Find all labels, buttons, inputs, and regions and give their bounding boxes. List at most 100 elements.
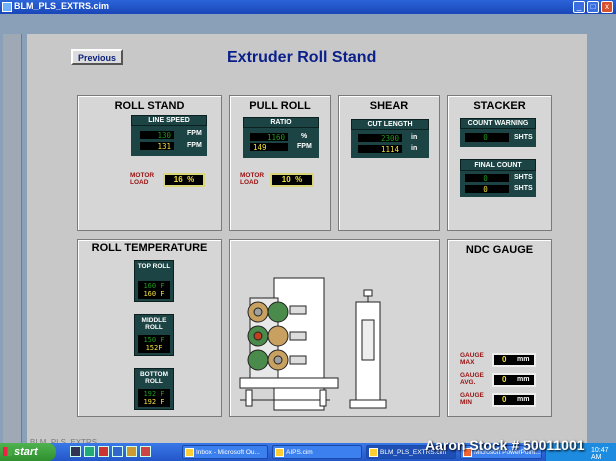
line-speed-label: LINE SPEED bbox=[131, 115, 207, 126]
minimize-button[interactable]: _ bbox=[573, 1, 585, 13]
final-count-label: FINAL COUNT bbox=[460, 159, 536, 171]
quicklaunch-icon-2[interactable] bbox=[84, 446, 95, 457]
gauge-max-label: GAUGE MAX bbox=[460, 352, 484, 366]
clock: 10:47 AM bbox=[591, 447, 609, 461]
bottom-roll-label: BOTTOM ROLL bbox=[139, 371, 169, 385]
windows-logo-icon bbox=[3, 447, 12, 456]
quicklaunch-icon-1[interactable] bbox=[70, 446, 81, 457]
cut-length-unit-1: in bbox=[411, 134, 418, 141]
task-inbox-label: Inbox - Microsoft Ou... bbox=[196, 449, 260, 456]
bottom-roll-display: 192 F 192 F bbox=[138, 389, 170, 407]
window-frame: Previous Extruder Roll Stand ROLL STAND … bbox=[0, 14, 616, 452]
bottom-roll-set[interactable]: 192 F bbox=[138, 390, 170, 398]
task-aips-label: AIPS.cim bbox=[286, 449, 313, 456]
ndc-gauge-title: NDC GAUGE bbox=[465, 244, 534, 256]
quicklaunch-icon-3[interactable] bbox=[98, 446, 109, 457]
roll-stand-motor-load: 16 % bbox=[163, 173, 205, 187]
cut-length-display-box: 2300 1114 in in bbox=[351, 130, 429, 158]
middle-roll-card: MIDDLE ROLL 150 F 152F bbox=[134, 314, 174, 356]
count-warning-label: COUNT WARNING bbox=[460, 118, 536, 129]
cimplicity-icon-2 bbox=[369, 448, 378, 457]
quicklaunch-icon-6[interactable] bbox=[140, 446, 151, 457]
cut-length-unit-2: in bbox=[411, 145, 418, 152]
left-scroll-strip bbox=[3, 34, 22, 452]
gauge-avg-value: 0 bbox=[502, 375, 507, 384]
top-roll-display: 160 F 160 F bbox=[138, 281, 170, 299]
start-label: start bbox=[14, 446, 38, 458]
final-count-unit-1: SHTS bbox=[514, 174, 533, 181]
roll-stand-motor-load-value: 16 bbox=[173, 175, 183, 184]
line-speed-display-box: 130 131 FPM FPM bbox=[131, 126, 207, 156]
pull-roll-motor-load-value: 10 bbox=[281, 175, 291, 184]
top-roll-card: TOP ROLL 160 F 160 F bbox=[134, 260, 174, 302]
middle-roll-label: MIDDLE ROLL bbox=[141, 317, 167, 331]
ratio-unit-fpm: FPM bbox=[297, 143, 312, 150]
ndc-gauge-panel: NDC GAUGE GAUGE MAX 0 mm GAUGE AVG. 0 mm… bbox=[447, 239, 552, 417]
hmi-screen: Previous Extruder Roll Stand ROLL STAND … bbox=[27, 34, 587, 452]
quicklaunch-icon-5[interactable] bbox=[126, 446, 137, 457]
final-count-unit-2: SHTS bbox=[514, 185, 533, 192]
ratio-label: RATIO bbox=[243, 117, 319, 128]
middle-roll-set[interactable]: 150 F bbox=[138, 336, 170, 344]
top-roll-set[interactable]: 160 F bbox=[138, 282, 170, 290]
top-roll-actual: 160 F bbox=[143, 290, 165, 298]
gauge-min-unit: mm bbox=[517, 396, 530, 403]
gauge-min-label: GAUGE MIN bbox=[460, 392, 484, 406]
pull-roll-motor-load-label: MOTOR LOAD bbox=[240, 172, 265, 186]
outlook-icon bbox=[185, 448, 194, 457]
cut-length-actual: 1114 bbox=[357, 144, 403, 154]
ratio-set[interactable]: 1160 bbox=[249, 132, 289, 142]
maximize-button[interactable]: □ bbox=[587, 1, 599, 13]
line-speed-set[interactable]: 130 bbox=[139, 130, 175, 140]
start-button[interactable]: start bbox=[0, 443, 56, 461]
roll-temperature-panel: ROLL TEMPERATURE TOP ROLL 160 F 160 F MI… bbox=[77, 239, 222, 417]
gauge-avg-label: GAUGE AVG. bbox=[460, 372, 484, 386]
final-count-display-box: 0 0 SHTS SHTS bbox=[460, 171, 536, 197]
roll-temperature-title: ROLL TEMPERATURE bbox=[91, 242, 208, 254]
line-speed-unit-1: FPM bbox=[187, 130, 202, 137]
middle-roll-display: 150 F 152F bbox=[138, 335, 170, 353]
task-inbox[interactable]: Inbox - Microsoft Ou... bbox=[182, 445, 268, 459]
task-aips[interactable]: AIPS.cim bbox=[272, 445, 362, 459]
count-warning-display-box: 0 SHTS bbox=[460, 129, 536, 147]
line-speed-actual: 131 bbox=[139, 141, 175, 151]
ratio-display-box: 1160 149 % FPM bbox=[243, 128, 319, 158]
stacker-panel: STACKER COUNT WARNING 0 SHTS FINAL COUNT… bbox=[447, 95, 552, 231]
count-warning-value[interactable]: 0 bbox=[464, 132, 510, 143]
machine-diagram-panel bbox=[229, 239, 440, 417]
cimplicity-icon bbox=[275, 448, 284, 457]
cut-length-label: CUT LENGTH bbox=[351, 119, 429, 130]
pull-roll-panel: PULL ROLL RATIO 1160 149 % FPM MOTOR LOA… bbox=[229, 95, 331, 231]
shear-title: SHEAR bbox=[369, 100, 409, 112]
cut-length-set[interactable]: 2300 bbox=[357, 133, 403, 143]
final-count-set[interactable]: 0 bbox=[464, 173, 510, 183]
bottom-roll-card: BOTTOM ROLL 192 F 192 F bbox=[134, 368, 174, 410]
roll-stand-panel: ROLL STAND LINE SPEED 130 131 FPM FPM MO… bbox=[77, 95, 222, 231]
middle-roll-actual: 152F bbox=[145, 344, 163, 352]
gauge-max-value: 0 bbox=[502, 355, 507, 364]
stacker-title: STACKER bbox=[473, 100, 526, 112]
app-icon bbox=[2, 2, 12, 12]
window-title: BLM_PLS_EXTRS.cim bbox=[14, 1, 110, 11]
roll-stand-motor-load-unit: % bbox=[187, 175, 195, 184]
shear-panel: SHEAR CUT LENGTH 2300 1114 in in bbox=[338, 95, 440, 231]
gauge-avg-unit: mm bbox=[517, 376, 530, 383]
quicklaunch-icon-4[interactable] bbox=[112, 446, 123, 457]
final-count-actual: 0 bbox=[464, 184, 510, 194]
count-warning-unit: SHTS bbox=[514, 134, 533, 141]
page-title: Extruder Roll Stand bbox=[227, 49, 377, 66]
watermark: Aaron Stock # 50011001 bbox=[425, 437, 585, 453]
ratio-actual: 149 bbox=[249, 142, 289, 152]
bottom-roll-actual: 192 F bbox=[143, 398, 165, 406]
pull-roll-title: PULL ROLL bbox=[249, 100, 311, 112]
previous-button[interactable]: Previous bbox=[71, 49, 123, 65]
roll-stand-illustration bbox=[239, 277, 387, 411]
close-button[interactable]: x bbox=[601, 1, 613, 13]
pull-roll-motor-load: 10 % bbox=[270, 173, 314, 187]
gauge-min-value: 0 bbox=[502, 395, 507, 404]
window-titlebar[interactable]: BLM_PLS_EXTRS.cim _ □ x bbox=[0, 0, 616, 14]
top-roll-label: TOP ROLL bbox=[137, 263, 171, 270]
gauge-max-unit: mm bbox=[517, 356, 530, 363]
roll-stand-title: ROLL STAND bbox=[114, 100, 185, 112]
ratio-unit-pct: % bbox=[301, 133, 308, 140]
